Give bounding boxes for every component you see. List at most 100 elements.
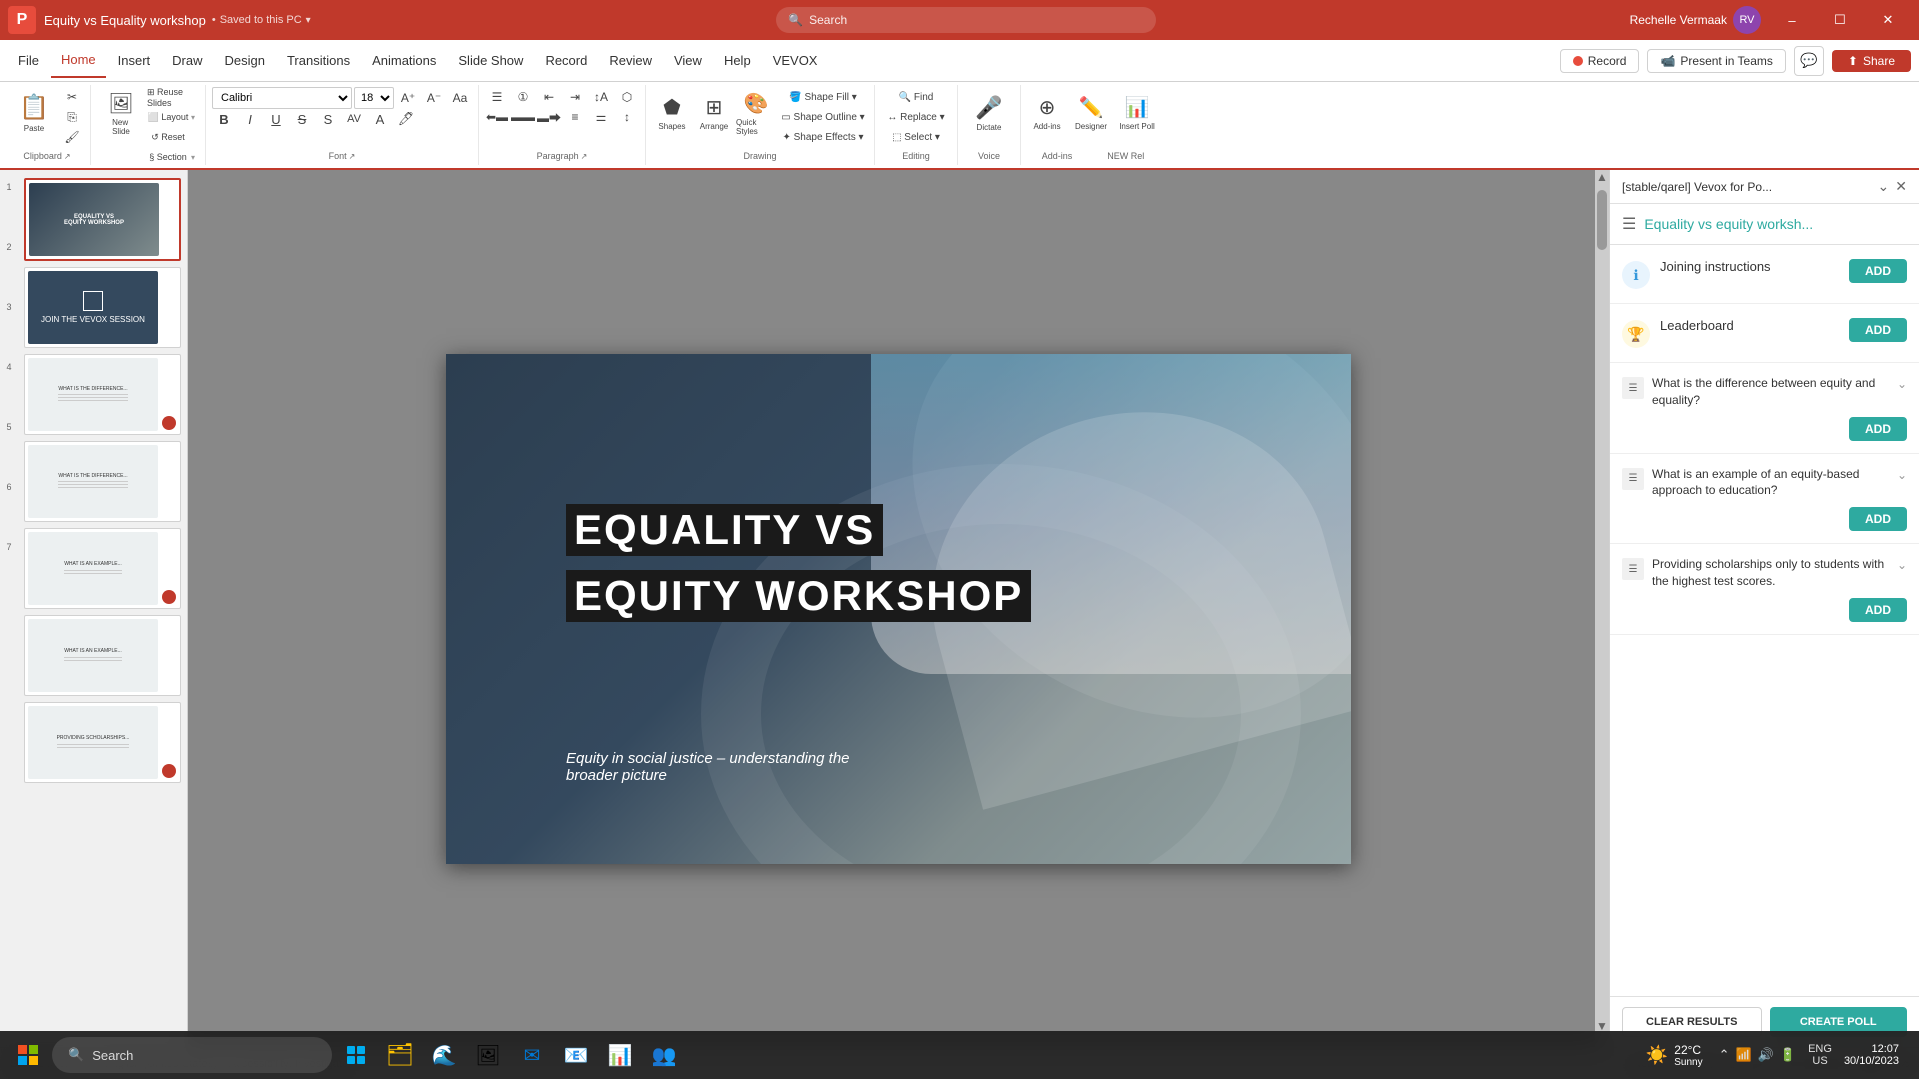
slide-thumb-1[interactable]: EQUALITY VSEQUITY WORKSHOP — [24, 178, 181, 261]
cut-button[interactable]: ✂ — [60, 87, 84, 107]
tab-file[interactable]: File — [8, 44, 49, 78]
justify-button[interactable]: ≡ — [563, 107, 587, 127]
question-3-chevron[interactable]: ⌄ — [1897, 558, 1907, 572]
replace-button[interactable]: ↔ Replace ▾ — [881, 107, 951, 127]
tab-view[interactable]: View — [664, 44, 712, 78]
question-1-add-button[interactable]: ADD — [1849, 417, 1907, 441]
tab-draw[interactable]: Draw — [162, 44, 212, 78]
addins-button[interactable]: ⊕ Add-ins — [1027, 87, 1067, 139]
taskbar-mail-button[interactable]: ✉ — [512, 1035, 552, 1075]
avatar[interactable]: RV — [1733, 6, 1761, 34]
underline-button[interactable]: U — [264, 109, 288, 129]
share-button[interactable]: ⬆ Share — [1832, 50, 1911, 72]
shape-fill-button[interactable]: 🪣 Shape Fill ▾ — [778, 87, 868, 107]
scroll-arrow-up[interactable]: ▲ — [1596, 170, 1608, 184]
paste-button[interactable]: 📋 Paste — [10, 87, 58, 139]
time-display[interactable]: 12:07 30/10/2023 — [1844, 1043, 1899, 1067]
question-2-add-button[interactable]: ADD — [1849, 507, 1907, 531]
vevox-close-icon[interactable]: ✕ — [1895, 178, 1907, 195]
line-spacing-button[interactable]: ↕ — [615, 107, 639, 127]
font-shrink-button[interactable]: A⁻ — [422, 88, 446, 108]
canvas-scrollbar-vertical[interactable]: ▼ ▲ — [1595, 170, 1609, 1047]
shapes-button[interactable]: ⬟ Shapes — [652, 87, 692, 139]
new-slide-button[interactable]: 🖼 NewSlide — [97, 87, 145, 139]
font-expand-icon[interactable]: ↗ — [349, 152, 356, 161]
close-button[interactable]: ✕ — [1865, 4, 1911, 36]
tab-animations[interactable]: Animations — [362, 44, 446, 78]
taskbar-widgets-button[interactable] — [336, 1035, 376, 1075]
tab-help[interactable]: Help — [714, 44, 761, 78]
tab-transitions[interactable]: Transitions — [277, 44, 360, 78]
question-1-chevron[interactable]: ⌄ — [1897, 377, 1907, 391]
copy-button[interactable]: ⎘ — [60, 107, 84, 127]
tab-vevox[interactable]: VEVOX — [763, 44, 828, 78]
chevron-up-icon[interactable]: ⌃ — [1719, 1047, 1730, 1063]
reuse-slides-button[interactable]: ⊞ Reuse Slides — [147, 87, 199, 107]
convert-smartart-button[interactable]: ⬡ — [615, 87, 639, 107]
weather-widget[interactable]: ☀️ 22°C Sunny — [1646, 1043, 1703, 1068]
reset-button[interactable]: ↺ Reset — [147, 127, 189, 147]
layout-button[interactable]: ⬜ Layout — [147, 107, 189, 127]
taskbar-outlook-button[interactable]: 📧 — [556, 1035, 596, 1075]
italic-button[interactable]: I — [238, 109, 262, 129]
increase-indent-button[interactable]: ⇥ — [563, 87, 587, 107]
tab-insert[interactable]: Insert — [108, 44, 161, 78]
maximize-button[interactable]: ☐ — [1817, 4, 1863, 36]
tab-design[interactable]: Design — [215, 44, 275, 78]
taskbar-file-explorer-button[interactable]: 🗂 — [380, 1035, 420, 1075]
tab-slideshow[interactable]: Slide Show — [448, 44, 533, 78]
leaderboard-add-button[interactable]: ADD — [1849, 318, 1907, 342]
vevox-collapse-icon[interactable]: ⌄ — [1878, 178, 1890, 195]
decrease-indent-button[interactable]: ⇤ — [537, 87, 561, 107]
slide-thumb-4[interactable]: WHAT IS THE DIFFERENCE... — [24, 441, 181, 522]
volume-icon[interactable]: 🔊 — [1758, 1047, 1774, 1063]
shadow-button[interactable]: S — [316, 109, 340, 129]
tab-review[interactable]: Review — [599, 44, 662, 78]
taskbar-photos-button[interactable]: 🖼 — [468, 1035, 508, 1075]
slide-title-block[interactable]: EQUALITY VS EQUITY WORKSHOP — [566, 504, 1351, 630]
bold-button[interactable]: B — [212, 109, 236, 129]
question-2-chevron[interactable]: ⌄ — [1897, 468, 1907, 482]
joining-add-button[interactable]: ADD — [1849, 259, 1907, 283]
taskbar-powerpoint-button[interactable]: 📊 — [600, 1035, 640, 1075]
record-button[interactable]: Record — [1560, 49, 1640, 73]
slide-thumb-2[interactable]: JOIN THE VEVOX SESSION — [24, 267, 181, 348]
shape-effects-button[interactable]: ✦ Shape Effects ▾ — [778, 127, 868, 147]
char-spacing-button[interactable]: AV — [342, 109, 366, 129]
font-color-button[interactable]: A — [368, 109, 392, 129]
title-dropdown-arrow[interactable]: ▾ — [306, 15, 311, 26]
taskbar-edge-button[interactable]: 🌊 — [424, 1035, 464, 1075]
find-button[interactable]: 🔍 Find — [881, 87, 951, 107]
minimize-button[interactable]: – — [1769, 4, 1815, 36]
scroll-thumb-v[interactable] — [1597, 190, 1607, 250]
change-case-button[interactable]: Aa — [448, 88, 472, 108]
comment-button[interactable]: 💬 — [1794, 46, 1824, 76]
slide-thumb-3[interactable]: WHAT IS THE DIFFERENCE... — [24, 354, 181, 435]
insert-poll-button[interactable]: 📊 Insert Poll — [1115, 87, 1159, 139]
align-left-button[interactable]: ⬅▬ — [485, 107, 509, 127]
slide-thumb-5[interactable]: WHAT IS AN EXAMPLE... — [24, 528, 181, 609]
taskbar-teams-button[interactable]: 👥 — [644, 1035, 684, 1075]
network-icon[interactable]: 📶 — [1736, 1047, 1752, 1063]
layout-dropdown-arrow[interactable]: ▾ — [191, 113, 195, 122]
paragraph-expand-icon[interactable]: ↗ — [581, 152, 588, 161]
slide-thumb-7[interactable]: PROVIDING SCHOLARSHIPS... — [24, 702, 181, 783]
section-button[interactable]: § Section — [147, 147, 189, 167]
section-dropdown-arrow[interactable]: ▾ — [191, 153, 195, 162]
shape-outline-button[interactable]: ▭ Shape Outline ▾ — [778, 107, 868, 127]
arrange-button[interactable]: ⊞ Arrange — [694, 87, 734, 139]
designer-button[interactable]: ✏️ Designer — [1069, 87, 1113, 139]
slide-canvas[interactable]: EQUALITY VS EQUITY WORKSHOP Equity in so… — [446, 354, 1351, 864]
tab-home[interactable]: Home — [51, 44, 106, 78]
clipboard-expand-icon[interactable]: ↗ — [64, 152, 71, 161]
align-center-button[interactable]: ▬▬ — [511, 107, 535, 127]
question-3-add-button[interactable]: ADD — [1849, 598, 1907, 622]
title-search-box[interactable]: 🔍 Search — [776, 7, 1156, 33]
tab-record[interactable]: Record — [535, 44, 597, 78]
present-in-teams-button[interactable]: 📹 Present in Teams — [1647, 49, 1785, 73]
text-direction-button[interactable]: ↕A — [589, 87, 613, 107]
dictate-button[interactable]: 🎤 Dictate — [964, 87, 1014, 139]
start-button[interactable] — [8, 1035, 48, 1075]
align-right-button[interactable]: ▬⮕ — [537, 107, 561, 127]
highlight-button[interactable]: 🖊 — [394, 109, 418, 129]
